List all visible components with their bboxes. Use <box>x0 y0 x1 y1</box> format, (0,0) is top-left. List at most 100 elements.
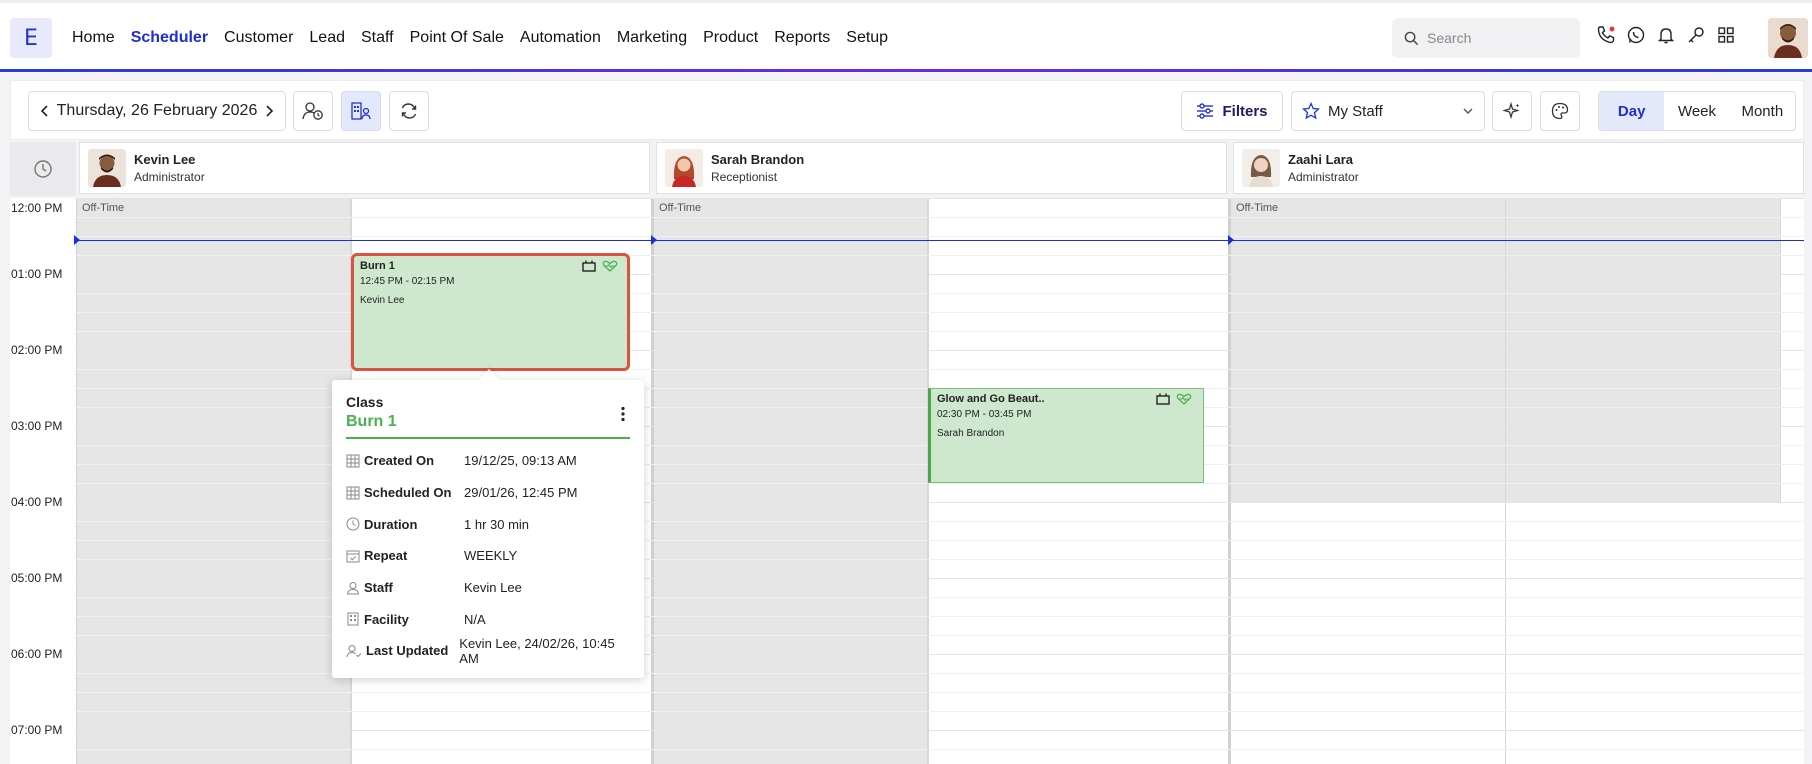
more-options-icon[interactable] <box>620 406 626 427</box>
nav-marketing[interactable]: Marketing <box>617 29 687 47</box>
quarter-line <box>76 293 1804 294</box>
chevron-down-icon <box>1463 108 1473 114</box>
nav-staff[interactable]: Staff <box>361 29 394 47</box>
color-theme-button[interactable] <box>1540 91 1580 131</box>
nav-home[interactable]: Home <box>72 29 115 47</box>
staff-column-header[interactable]: Zaahi Lara Administrator <box>1233 142 1804 194</box>
detail-value: 29/01/26, 12:45 PM <box>464 485 578 501</box>
nav-product[interactable]: Product <box>703 29 758 47</box>
staff-role: Administrator <box>134 170 205 184</box>
apps-grid-icon[interactable] <box>1716 25 1736 49</box>
time-label: 07:00 PM <box>11 723 63 737</box>
user-avatar[interactable] <box>1768 18 1808 58</box>
staff-availability-button[interactable] <box>293 91 333 131</box>
detail-value: WEEKLY <box>464 548 518 564</box>
current-date[interactable]: Thursday, 26 February 2026 <box>57 102 258 120</box>
key-icon[interactable] <box>1686 25 1706 49</box>
detail-key: Scheduled On <box>364 485 452 501</box>
class-icon <box>1156 393 1170 405</box>
detail-key: Duration <box>364 516 418 532</box>
quarter-line <box>76 312 1804 313</box>
filters-label: Filters <box>1222 102 1268 120</box>
time-label: 06:00 PM <box>11 647 63 661</box>
star-icon <box>1302 102 1320 120</box>
class-icon <box>582 260 596 272</box>
detail-key: Last Updated <box>366 643 449 659</box>
staff-select-value: My Staff <box>1328 102 1383 120</box>
palette-icon <box>1551 102 1569 120</box>
refresh-button[interactable] <box>389 91 429 131</box>
nav-automation[interactable]: Automation <box>520 29 601 47</box>
clock-icon <box>346 517 360 531</box>
building-icon <box>347 612 359 626</box>
off-time-block: Off-Time <box>76 198 351 764</box>
off-time-label: Off-Time <box>1236 202 1279 214</box>
hour-line <box>76 350 1804 351</box>
user-icon <box>346 581 360 595</box>
chevron-left-icon[interactable] <box>39 104 51 118</box>
quarter-line <box>76 692 1804 693</box>
hour-line <box>76 274 1804 275</box>
staff-select[interactable]: My Staff <box>1291 91 1485 131</box>
quarter-line <box>76 236 1804 237</box>
staff-column-header[interactable]: Sarah Brandon Receptionist <box>656 142 1227 194</box>
column-divider <box>651 198 654 764</box>
staff-name: Zaahi Lara <box>1288 152 1354 167</box>
whatsapp-icon[interactable] <box>1626 25 1646 49</box>
staff-avatar <box>1242 149 1280 187</box>
tab-month[interactable]: Month <box>1730 92 1795 130</box>
facility-view-button[interactable] <box>341 91 381 131</box>
ai-assist-button[interactable] <box>1492 91 1532 131</box>
quarter-line <box>76 711 1804 712</box>
app-logo[interactable]: E <box>10 18 52 58</box>
chevron-right-icon[interactable] <box>263 104 275 118</box>
staff-column-header[interactable]: Kevin Lee Administrator <box>79 142 650 194</box>
detail-key: Repeat <box>364 548 408 564</box>
sliders-icon <box>1197 103 1214 119</box>
tab-day[interactable]: Day <box>1599 92 1665 130</box>
scheduler-toolbar: Thursday, 26 February 2026 Filters My St… <box>10 80 1804 140</box>
detail-key: Created On <box>364 453 435 469</box>
staff-role: Receptionist <box>711 170 778 184</box>
event-staff: Sarah Brandon <box>937 428 1005 439</box>
staff-role: Administrator <box>1288 170 1359 184</box>
tab-week[interactable]: Week <box>1664 92 1729 130</box>
current-time-marker <box>1228 235 1234 245</box>
schedule-grid[interactable]: Off-Time Off-Time Off-Time 12:00 PM 01:0… <box>10 198 1804 764</box>
time-label: 12:00 PM <box>11 201 63 215</box>
nav-point-of-sale[interactable]: Point Of Sale <box>410 29 504 47</box>
quarter-line <box>76 369 1804 370</box>
search-box[interactable]: Search <box>1392 18 1580 58</box>
detail-row: Facility N/A <box>346 603 630 635</box>
detail-value: N/A <box>464 611 486 627</box>
detail-row: Created On 19/12/25, 09:13 AM <box>346 445 630 477</box>
top-bar: E Home Scheduler Customer Lead Staff Poi… <box>0 0 1812 72</box>
time-label: 04:00 PM <box>11 495 63 509</box>
nav-scheduler[interactable]: Scheduler <box>131 29 208 47</box>
detail-key: Facility <box>364 611 409 627</box>
phone-icon[interactable] <box>1596 25 1616 49</box>
nav-reports[interactable]: Reports <box>774 29 830 47</box>
time-label: 02:00 PM <box>11 343 63 357</box>
off-time-label: Off-Time <box>659 202 702 214</box>
quarter-line <box>76 217 1804 218</box>
health-heart-icon <box>1176 393 1192 405</box>
calendar-check-icon <box>346 550 360 563</box>
quarter-line <box>76 255 1804 256</box>
search-placeholder: Search <box>1427 30 1472 46</box>
bell-icon[interactable] <box>1656 25 1676 49</box>
calendar-grid-icon <box>346 454 360 468</box>
search-icon <box>1404 31 1419 45</box>
nav-lead[interactable]: Lead <box>309 29 345 47</box>
off-time-block: Off-Time <box>653 198 928 764</box>
filters-button[interactable]: Filters <box>1181 91 1283 131</box>
nav-setup[interactable]: Setup <box>846 29 888 47</box>
detail-row: Repeat WEEKLY <box>346 540 630 572</box>
staff-header-row: Kevin Lee Administrator Sarah Brandon Re… <box>10 142 1804 196</box>
staff-name: Kevin Lee <box>134 152 196 167</box>
detail-row: Last Updated Kevin Lee, 24/02/26, 10:45 … <box>346 635 630 667</box>
event-card[interactable]: Burn 1 12:45 PM - 02:15 PM Kevin Lee <box>351 253 630 371</box>
nav-customer[interactable]: Customer <box>224 29 293 47</box>
event-card[interactable]: Glow and Go Beaut.. 02:30 PM - 03:45 PM … <box>928 388 1204 483</box>
detail-value: Kevin Lee, 24/02/26, 10:45 AM <box>459 635 615 666</box>
